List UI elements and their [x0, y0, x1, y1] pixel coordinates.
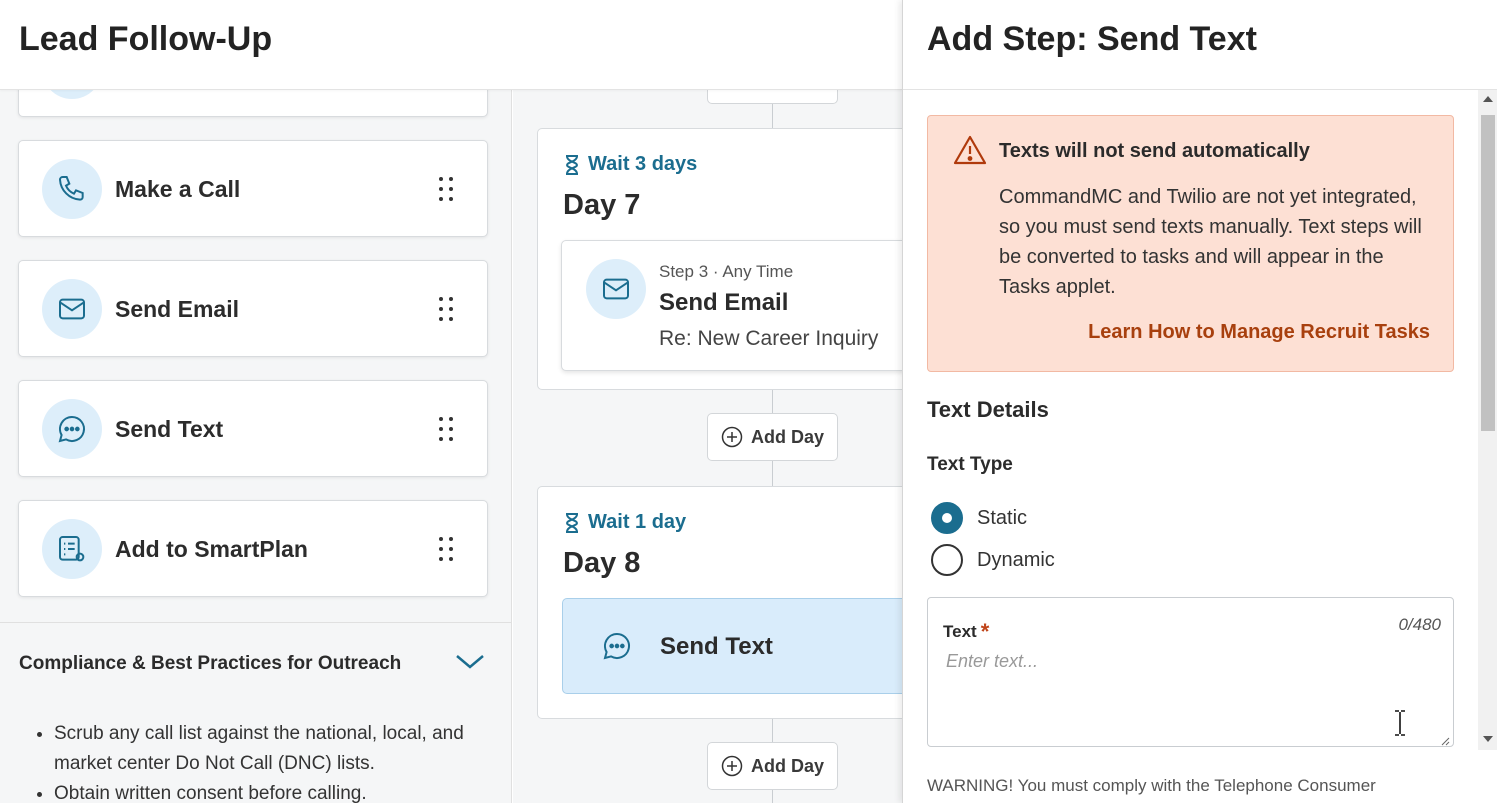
wait-label: Wait 3 days	[588, 153, 698, 175]
step-meta: Step 3 · Any Time	[659, 262, 794, 281]
plus-circle-icon	[721, 755, 743, 777]
drawer-scrollbar[interactable]	[1478, 90, 1497, 750]
chat-bubble-icon	[601, 630, 633, 667]
day-card: Wait 3 days Day 7 Step 3 · Any Time Send…	[537, 128, 902, 390]
list-item: Obtain written consent before calling.	[54, 779, 494, 803]
text-placeholder[interactable]: Enter text...	[946, 651, 1038, 672]
action-make-call[interactable]: Make a Call	[18, 140, 488, 237]
alert-body: CommandMC and Twilio are not yet integra…	[999, 186, 1422, 298]
wait-label: Wait 1 day	[588, 511, 687, 533]
day-label: Day 8	[563, 547, 641, 579]
add-day-label: Add Day	[750, 755, 824, 776]
timeline: Wait 3 days Day 7 Step 3 · Any Time Send…	[513, 90, 902, 803]
scrollbar-thumb[interactable]	[1481, 115, 1495, 431]
step-subject: Re: New Career Inquiry	[659, 327, 879, 350]
action-label: Send Email	[115, 296, 239, 322]
page-title: Lead Follow-Up	[19, 20, 273, 58]
radio-static[interactable]: Static	[931, 502, 1027, 534]
day-label: Day 7	[563, 189, 641, 221]
step-name: Send Text	[660, 633, 773, 660]
radio-dynamic[interactable]: Dynamic	[931, 544, 1055, 576]
character-counter: 0/480	[1398, 615, 1441, 634]
text-cursor-icon	[1393, 710, 1407, 741]
hourglass-icon	[565, 154, 579, 175]
envelope-icon	[586, 259, 646, 319]
text-type-label: Text Type	[927, 454, 1013, 475]
phone-icon	[42, 159, 102, 219]
radio-button[interactable]	[931, 544, 963, 576]
step-card[interactable]: Step 3 · Any Time Send Email Re: New Car…	[561, 240, 902, 371]
drawer-header: Add Step: Send Text	[903, 0, 1497, 90]
resize-handle-icon[interactable]	[1440, 733, 1450, 746]
wait-indicator: Wait 1 day	[564, 511, 686, 534]
drag-handle-icon[interactable]	[439, 297, 457, 323]
plus-circle-icon	[721, 426, 743, 448]
warning-alert: Texts will not send automatically Comman…	[927, 115, 1454, 372]
action-icon	[42, 90, 102, 99]
action-send-email[interactable]: Send Email	[18, 260, 488, 357]
warning-triangle-icon	[952, 134, 988, 171]
add-day-button[interactable]: Add Day	[707, 413, 838, 461]
scroll-down-arrow-icon[interactable]	[1483, 736, 1493, 742]
drag-handle-icon[interactable]	[439, 537, 457, 563]
wait-indicator: Wait 3 days	[564, 153, 697, 176]
action-label: Make a Call	[115, 176, 241, 202]
chat-bubble-icon	[42, 399, 102, 459]
text-field[interactable]: Text * 0/480 Enter text...	[927, 597, 1454, 747]
smartplan-icon	[42, 519, 102, 579]
action-send-text[interactable]: Send Text	[18, 380, 488, 477]
manage-tasks-link[interactable]: Learn How to Manage Recruit Tasks	[1088, 321, 1430, 344]
compliance-title[interactable]: Compliance & Best Practices for Outreach	[19, 653, 401, 675]
section-title: Text Details	[927, 397, 1049, 422]
list-item: Scrub any call list against the national…	[54, 719, 494, 779]
alert-title: Texts will not send automatically	[999, 140, 1310, 162]
add-day-button[interactable]: Add Day	[707, 742, 838, 790]
tcpa-warning-text: WARNING! You must comply with the Teleph…	[927, 776, 1376, 795]
drag-handle-icon[interactable]	[439, 417, 457, 443]
compliance-section: Compliance & Best Practices for Outreach…	[0, 622, 511, 803]
action-label: Send Text	[115, 416, 224, 442]
step-name: Send Email	[659, 289, 789, 316]
compliance-list: Scrub any call list against the national…	[54, 719, 494, 803]
add-day-button-partial[interactable]	[707, 90, 838, 104]
step-card-selected[interactable]: Send Text	[562, 598, 902, 694]
required-asterisk: *	[980, 619, 990, 644]
drawer-title: Add Step: Send Text	[927, 20, 1257, 58]
radio-label: Static	[977, 506, 1028, 529]
action-add-smartplan[interactable]: Add to SmartPlan	[18, 500, 488, 597]
radio-label: Dynamic	[977, 548, 1055, 571]
add-day-label: Add Day	[750, 426, 824, 447]
action-panel: Make a Call Send Email Send Text Add to …	[0, 90, 512, 803]
drawer-body: Texts will not send automatically Comman…	[903, 90, 1478, 803]
hourglass-icon	[565, 512, 579, 533]
radio-button-checked[interactable]	[931, 502, 963, 534]
page-header: Lead Follow-Up	[0, 0, 902, 90]
add-step-drawer: Add Step: Send Text Texts will not send …	[902, 0, 1497, 803]
chevron-down-icon[interactable]	[455, 653, 485, 676]
action-label: Add to SmartPlan	[115, 536, 308, 562]
text-field-label: Text *	[943, 619, 990, 644]
scroll-up-arrow-icon[interactable]	[1483, 96, 1493, 102]
drag-handle-icon[interactable]	[439, 177, 457, 203]
envelope-icon	[42, 279, 102, 339]
action-card-partial[interactable]	[18, 90, 488, 117]
